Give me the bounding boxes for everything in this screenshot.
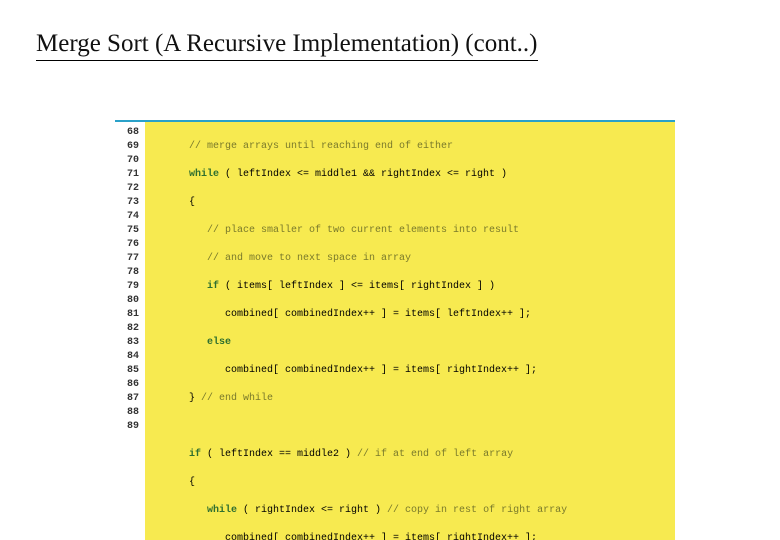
code-token: // merge arrays until reaching end of ei… bbox=[153, 141, 453, 152]
line-number: 88 bbox=[117, 406, 139, 420]
code-token: ( rightIndex <= right ) bbox=[237, 505, 387, 516]
code-area: // merge arrays until reaching end of ei… bbox=[145, 122, 675, 540]
line-number: 77 bbox=[117, 252, 139, 266]
code-line: // and move to next space in array bbox=[153, 252, 669, 266]
code-line: { bbox=[153, 196, 669, 210]
code-line: combined[ combinedIndex++ ] = items[ rig… bbox=[153, 532, 669, 540]
line-number: 76 bbox=[117, 238, 139, 252]
line-number: 81 bbox=[117, 308, 139, 322]
line-number: 71 bbox=[117, 168, 139, 182]
code-line: { bbox=[153, 476, 669, 490]
line-number: 86 bbox=[117, 378, 139, 392]
code-line: if ( items[ leftIndex ] <= items[ rightI… bbox=[153, 280, 669, 294]
line-number: 68 bbox=[117, 126, 139, 140]
code-line: else bbox=[153, 336, 669, 350]
line-number: 79 bbox=[117, 280, 139, 294]
line-number-gutter: 6869707172737475767778798081828384858687… bbox=[115, 122, 145, 540]
code-token: ( leftIndex == middle2 ) bbox=[201, 449, 357, 460]
code-line bbox=[153, 420, 669, 434]
code-line: // merge arrays until reaching end of ei… bbox=[153, 140, 669, 154]
line-number: 72 bbox=[117, 182, 139, 196]
code-token: // and move to next space in array bbox=[153, 253, 411, 264]
code-token: combined[ combinedIndex++ ] = items[ lef… bbox=[153, 309, 531, 320]
code-token: { bbox=[153, 197, 195, 208]
code-token: combined[ combinedIndex++ ] = items[ rig… bbox=[153, 365, 537, 376]
code-line: while ( leftIndex <= middle1 && rightInd… bbox=[153, 168, 669, 182]
code-token: while bbox=[153, 505, 237, 516]
code-line: // place smaller of two current elements… bbox=[153, 224, 669, 238]
line-number: 78 bbox=[117, 266, 139, 280]
line-number: 80 bbox=[117, 294, 139, 308]
code-token: if bbox=[153, 449, 201, 460]
line-number: 70 bbox=[117, 154, 139, 168]
line-number: 82 bbox=[117, 322, 139, 336]
code-line: combined[ combinedIndex++ ] = items[ lef… bbox=[153, 308, 669, 322]
code-token: // place smaller of two current elements… bbox=[153, 225, 519, 236]
code-line: if ( leftIndex == middle2 ) // if at end… bbox=[153, 448, 669, 462]
code-token: // copy in rest of right array bbox=[387, 505, 567, 516]
code-line: while ( rightIndex <= right ) // copy in… bbox=[153, 504, 669, 518]
code-token: ( items[ leftIndex ] <= items[ rightInde… bbox=[219, 281, 495, 292]
slide: Merge Sort (A Recursive Implementation) … bbox=[0, 0, 780, 540]
code-token: if bbox=[153, 281, 219, 292]
line-number: 87 bbox=[117, 392, 139, 406]
code-token: while bbox=[153, 169, 219, 180]
code-token: combined[ combinedIndex++ ] = items[ rig… bbox=[153, 533, 537, 540]
line-number: 73 bbox=[117, 196, 139, 210]
line-number: 84 bbox=[117, 350, 139, 364]
line-number: 75 bbox=[117, 224, 139, 238]
line-number: 89 bbox=[117, 420, 139, 434]
code-figure: 6869707172737475767778798081828384858687… bbox=[115, 120, 675, 540]
code-token: else bbox=[153, 337, 231, 348]
code-token: // if at end of left array bbox=[357, 449, 513, 460]
code-token: { bbox=[153, 477, 195, 488]
line-number: 85 bbox=[117, 364, 139, 378]
code-token: ( leftIndex <= middle1 && rightIndex <= … bbox=[219, 169, 507, 180]
code-block: 6869707172737475767778798081828384858687… bbox=[115, 120, 675, 540]
code-line: combined[ combinedIndex++ ] = items[ rig… bbox=[153, 364, 669, 378]
line-number: 83 bbox=[117, 336, 139, 350]
line-number: 69 bbox=[117, 140, 139, 154]
code-line: } // end while bbox=[153, 392, 669, 406]
code-token: } bbox=[153, 393, 201, 404]
line-number: 74 bbox=[117, 210, 139, 224]
slide-title: Merge Sort (A Recursive Implementation) … bbox=[36, 30, 538, 61]
code-token: // end while bbox=[201, 393, 273, 404]
